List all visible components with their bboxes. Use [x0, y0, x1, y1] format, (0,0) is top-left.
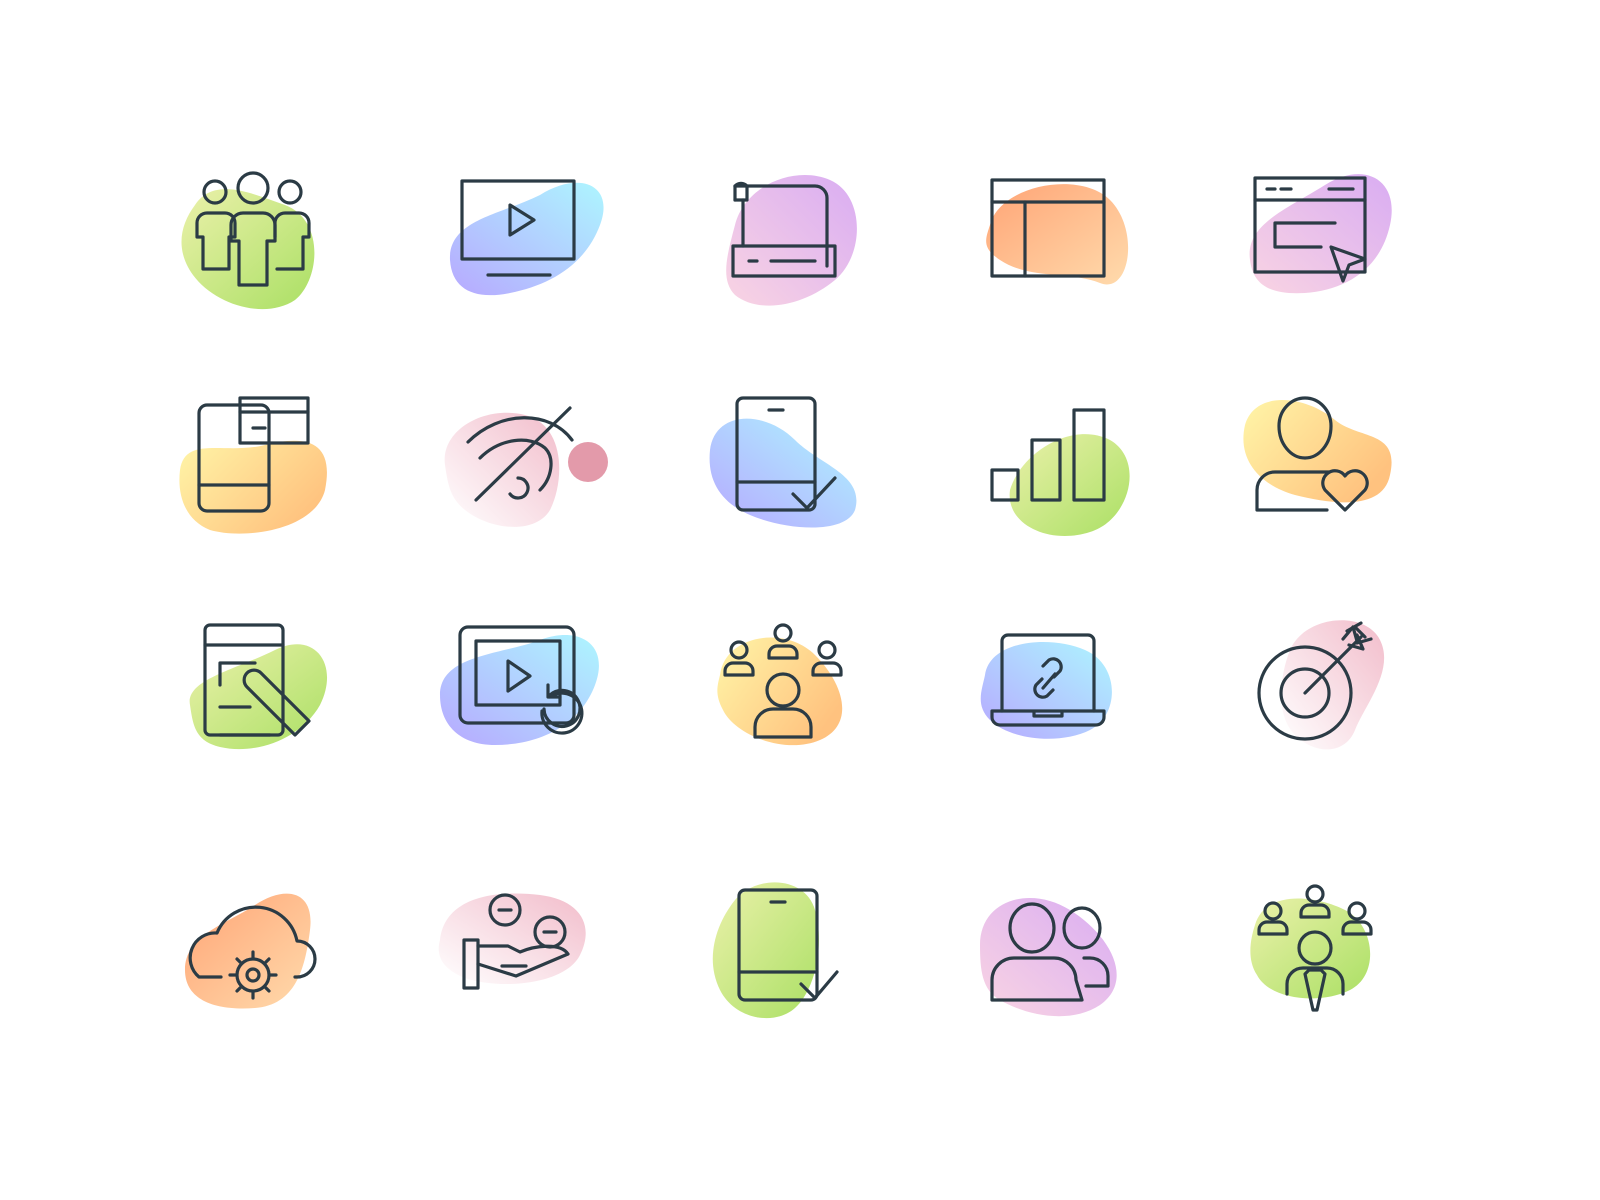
cloud-settings-icon — [175, 880, 335, 1040]
leader-team-icon — [1235, 880, 1395, 1040]
bar-chart-icon — [970, 390, 1130, 550]
user-heart-icon — [1235, 390, 1395, 550]
laptop-link-icon — [970, 615, 1130, 775]
mobile-edit-icon — [175, 615, 335, 775]
browser-click-icon — [1235, 165, 1395, 325]
hidden-eye-icon — [440, 390, 608, 550]
layout-grid-icon — [970, 165, 1130, 325]
hand-coins-icon — [438, 880, 600, 1040]
icon-sheet — [0, 0, 1600, 1200]
dev-scroll-icon — [705, 165, 865, 325]
phone-check-icon — [705, 880, 865, 1040]
mobile-check-icon — [705, 390, 865, 550]
team-icon — [175, 165, 335, 325]
video-monitor-icon — [440, 165, 604, 325]
target-arrow-icon — [1235, 615, 1395, 775]
video-replay-icon — [440, 615, 600, 775]
mobile-cards-icon — [175, 390, 335, 550]
users-pair-icon — [970, 880, 1130, 1040]
audience-icon — [705, 615, 865, 775]
